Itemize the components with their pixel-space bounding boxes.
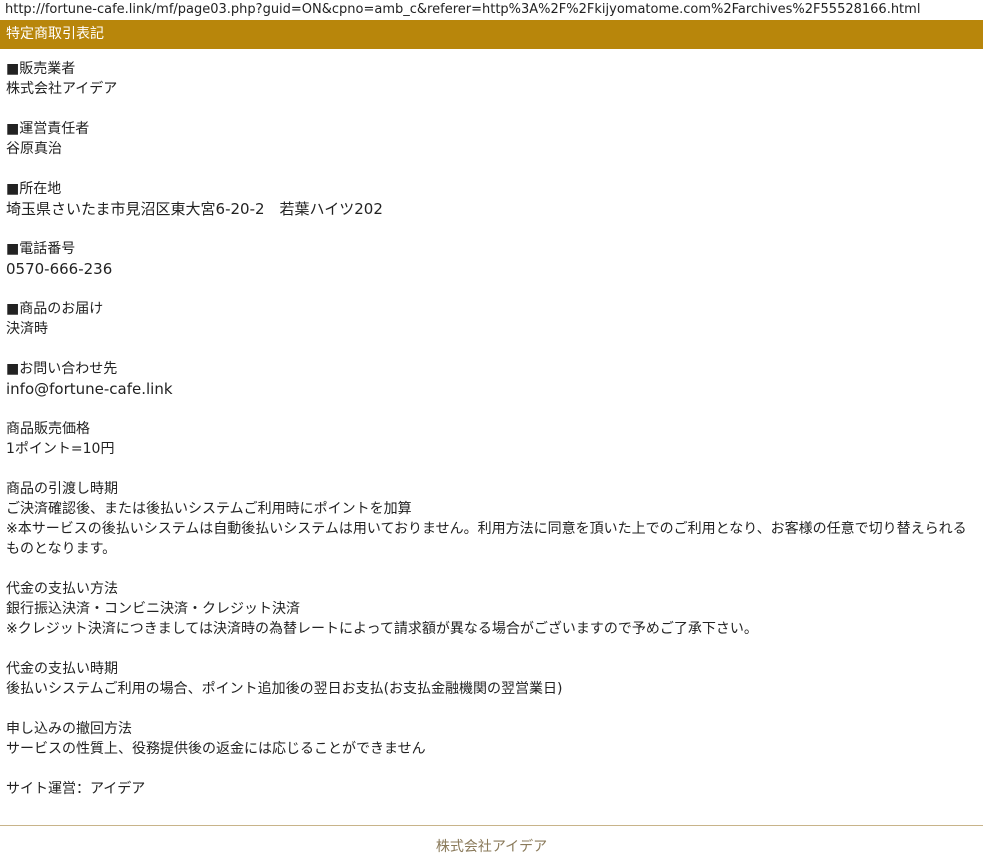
section-value: 銀行振込決済・コンビニ決済・クレジット決済	[6, 601, 300, 617]
section-heading: ■お問い合わせ先	[6, 361, 118, 377]
page-title: 特定商取引表記	[6, 26, 104, 42]
site-operator-text: サイト運営：アイデア	[6, 781, 146, 797]
section-heading: 申し込みの撤回方法	[6, 721, 132, 737]
section-heading: ■所在地	[6, 181, 62, 197]
section-phone: ■電話番号 0570-666-236	[6, 239, 977, 279]
section-value: 株式会社アイデア	[6, 81, 118, 97]
section-payment-method: 代金の支払い方法 銀行振込決済・コンビニ決済・クレジット決済 ※クレジット決済に…	[6, 579, 977, 639]
section-heading: ■運営責任者	[6, 121, 90, 137]
section-price: 商品販売価格 1ポイント=10円	[6, 419, 977, 459]
section-heading: 代金の支払い方法	[6, 581, 118, 597]
legal-notice-content: ■販売業者 株式会社アイデア ■運営責任者 谷原真治 ■所在地 埼玉県さいたま市…	[0, 49, 983, 799]
section-heading: ■電話番号	[6, 241, 76, 257]
footer-company: 株式会社アイデア	[435, 839, 548, 855]
url-text: http://fortune-cafe.link/mf/page03.php?g…	[5, 2, 921, 17]
section-value: 0570-666-236	[6, 260, 113, 278]
section-seller: ■販売業者 株式会社アイデア	[6, 59, 977, 99]
url-bar: http://fortune-cafe.link/mf/page03.php?g…	[0, 0, 983, 20]
section-contact: ■お問い合わせ先 info@fortune-cafe.link	[6, 359, 977, 399]
section-note: ※本サービスの後払いシステムは自動後払いシステムは用いておりません。利用方法に同…	[6, 521, 967, 557]
section-address: ■所在地 埼玉県さいたま市見沼区東大宮6-20-2 若葉ハイツ202	[6, 179, 977, 219]
section-site-operator: サイト運営：アイデア	[6, 779, 977, 799]
section-value: 埼玉県さいたま市見沼区東大宮6-20-2 若葉ハイツ202	[6, 200, 383, 218]
section-note: ※クレジット決済につきましては決済時の為替レートによって請求額が異なる場合がござ…	[6, 621, 758, 637]
contact-email: info@fortune-cafe.link	[6, 380, 173, 398]
section-manager: ■運営責任者 谷原真治	[6, 119, 977, 159]
page-header: 特定商取引表記	[0, 20, 983, 49]
section-value: サービスの性質上、役務提供後の返金には応じることができません	[6, 741, 426, 757]
section-heading: 代金の支払い時期	[6, 661, 118, 677]
section-value: 後払いシステムご利用の場合、ポイント追加後の翌日お支払(お支払金融機関の翌営業日…	[6, 681, 563, 697]
section-value: 谷原真治	[6, 141, 62, 157]
section-delivery-timing: 商品の引渡し時期 ご決済確認後、または後払いシステムご利用時にポイントを加算 ※…	[6, 479, 977, 559]
section-heading: ■商品のお届け	[6, 301, 104, 317]
section-heading: 商品販売価格	[6, 421, 90, 437]
section-value: ご決済確認後、または後払いシステムご利用時にポイントを加算	[6, 501, 412, 517]
section-withdrawal: 申し込みの撤回方法 サービスの性質上、役務提供後の返金には応じることができません	[6, 719, 977, 759]
section-delivery: ■商品のお届け 決済時	[6, 299, 977, 339]
footer-divider	[0, 825, 983, 826]
section-payment-timing: 代金の支払い時期 後払いシステムご利用の場合、ポイント追加後の翌日お支払(お支払…	[6, 659, 977, 699]
section-value: 決済時	[6, 321, 48, 337]
section-heading: ■販売業者	[6, 61, 76, 77]
section-value: 1ポイント=10円	[6, 441, 115, 457]
section-heading: 商品の引渡し時期	[6, 481, 118, 497]
